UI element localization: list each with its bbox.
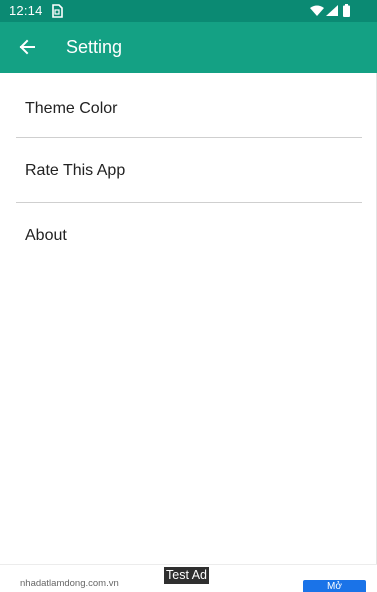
back-button[interactable] bbox=[8, 28, 46, 66]
settings-item-label: Theme Color bbox=[25, 100, 118, 117]
app-screen: 12:14 Setting Theme Color Rate This App … bbox=[0, 0, 377, 592]
ad-domain: nhadatlamdong.com.vn bbox=[20, 578, 119, 589]
settings-list: Theme Color Rate This App About bbox=[0, 73, 377, 564]
settings-item-label: About bbox=[25, 227, 67, 244]
settings-item-label: Rate This App bbox=[25, 162, 126, 179]
signal-icon bbox=[326, 5, 338, 16]
arrow-left-icon bbox=[19, 39, 35, 55]
wifi-icon bbox=[310, 5, 324, 16]
ad-open-button[interactable]: Mở bbox=[303, 580, 366, 592]
settings-item-about[interactable]: About bbox=[0, 203, 376, 267]
status-bar: 12:14 bbox=[0, 0, 377, 22]
settings-item-theme-color[interactable]: Theme Color bbox=[0, 73, 376, 137]
status-time: 12:14 bbox=[9, 3, 43, 18]
app-bar: Setting bbox=[0, 22, 377, 73]
battery-icon bbox=[343, 4, 350, 17]
sim-icon bbox=[52, 4, 63, 18]
test-ad-badge: Test Ad bbox=[164, 567, 209, 584]
ad-banner[interactable]: nhadatlamdong.com.vn Test Ad Mở bbox=[0, 564, 377, 592]
settings-item-rate-this-app[interactable]: Rate This App bbox=[0, 138, 376, 202]
page-title: Setting bbox=[66, 37, 123, 57]
